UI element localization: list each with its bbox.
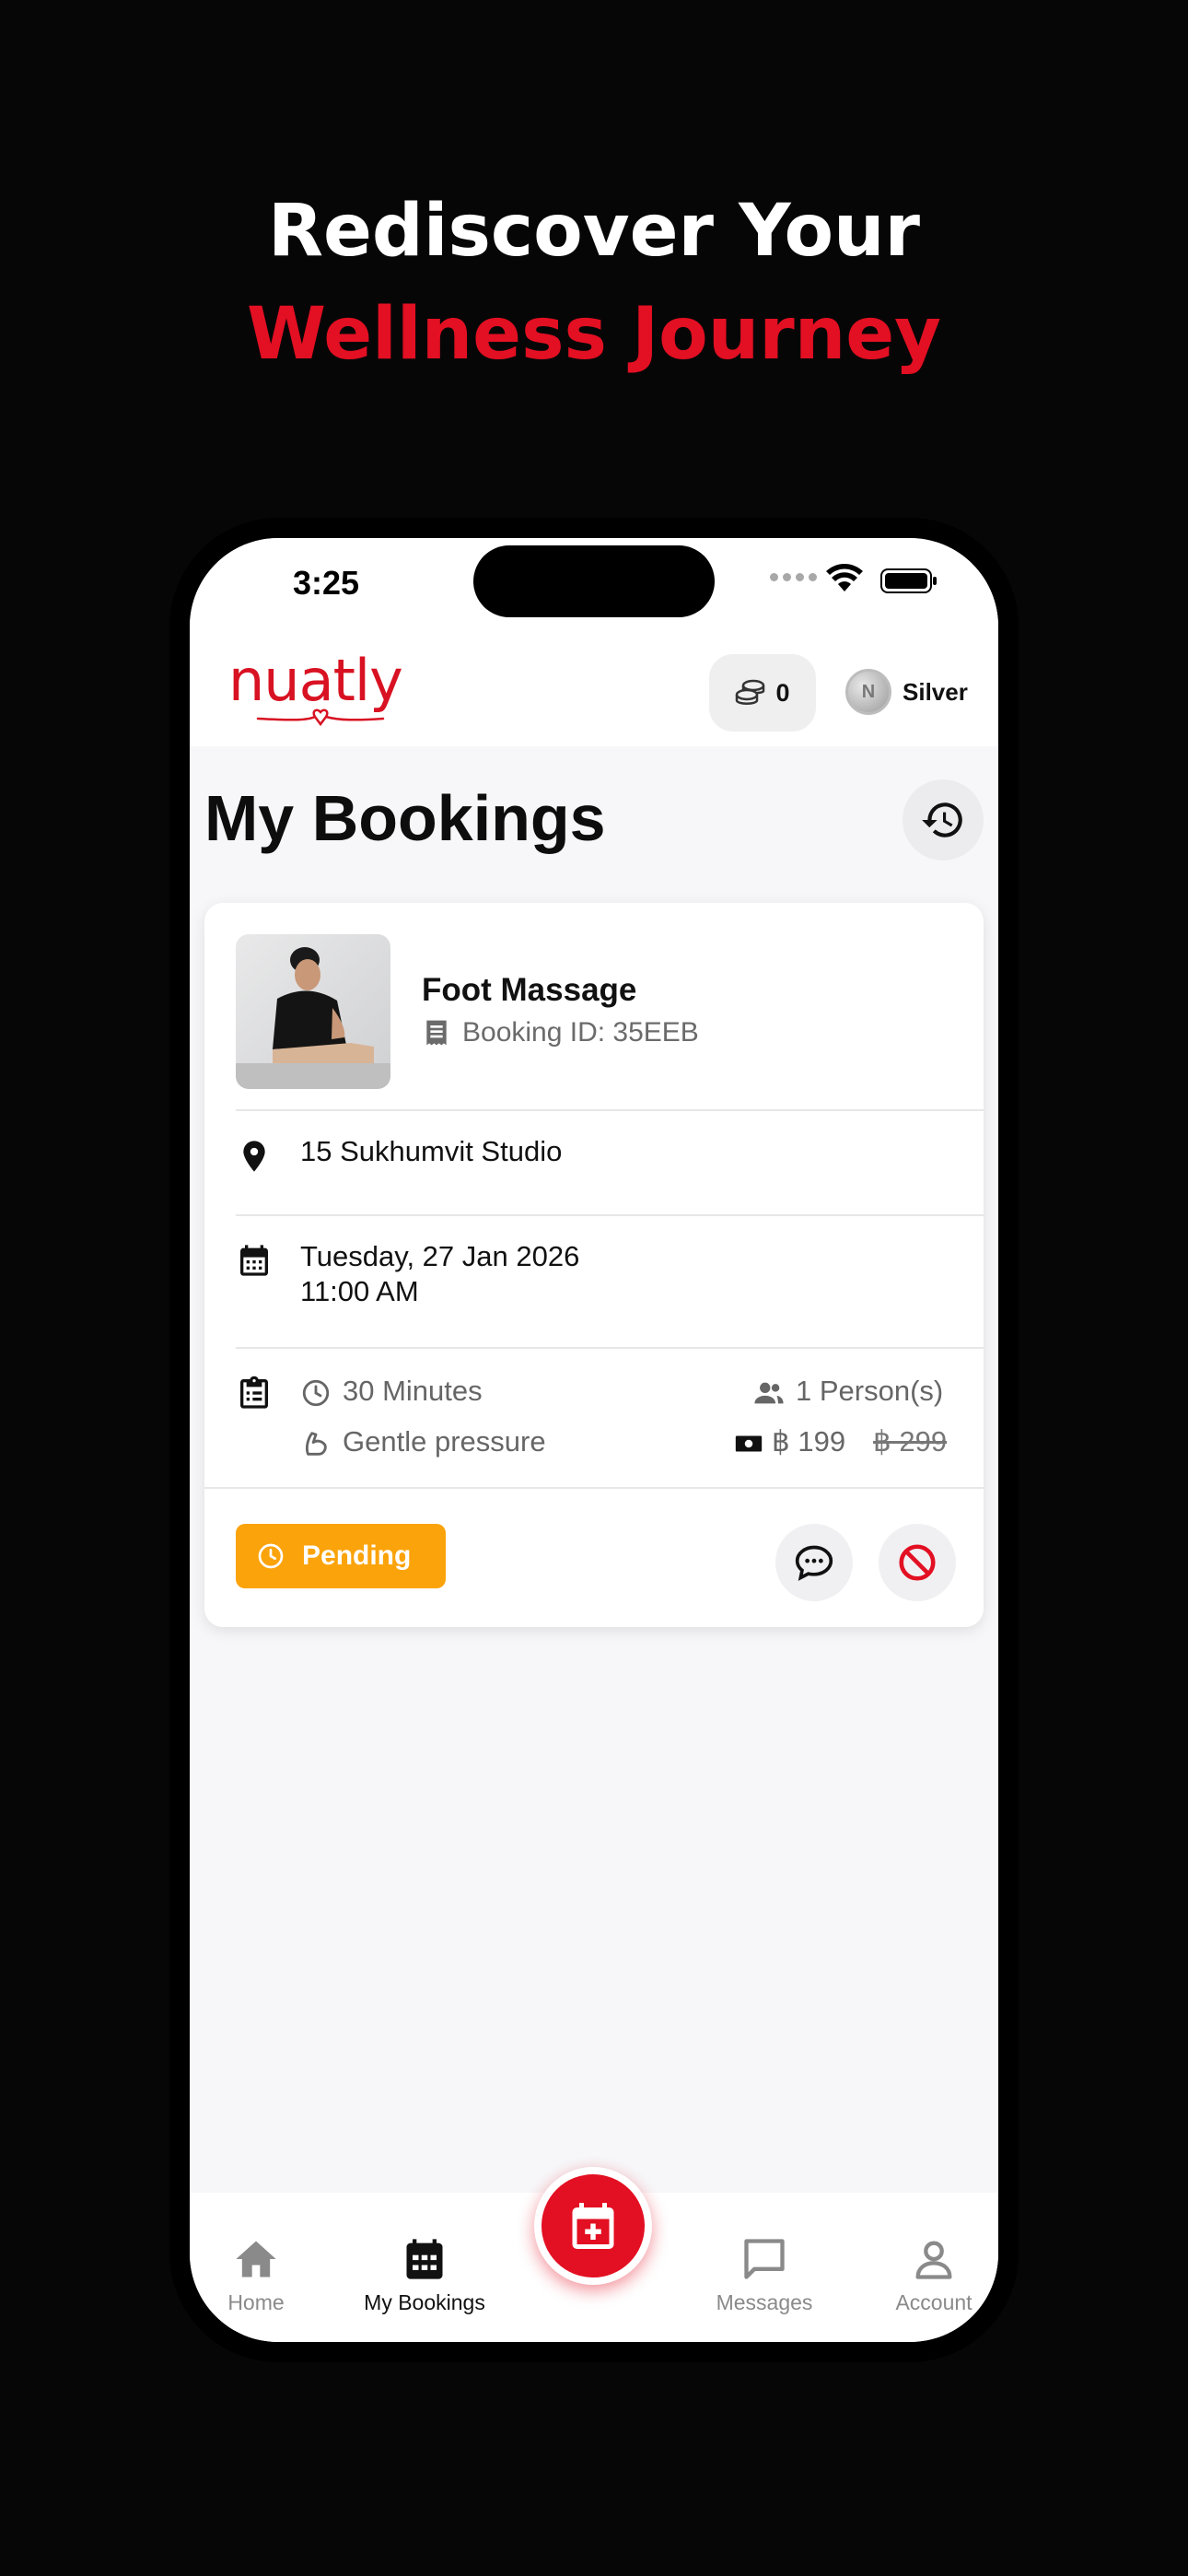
- history-button[interactable]: [903, 779, 984, 861]
- booking-id: Booking ID: 35EEB: [462, 1017, 699, 1048]
- tab-account[interactable]: Account: [856, 2235, 998, 2315]
- divider: [204, 1487, 984, 1489]
- clipboard-icon: [240, 1376, 268, 1409]
- coins-balance[interactable]: 0: [709, 654, 816, 732]
- location-pin-icon: [243, 1141, 265, 1172]
- booking-id-row: Booking ID: 35EEB: [422, 1017, 699, 1048]
- calendar-icon: [406, 2239, 443, 2279]
- tab-my-bookings[interactable]: My Bookings: [346, 2235, 503, 2315]
- page-title: My Bookings: [204, 782, 606, 854]
- battery-icon: [880, 568, 937, 593]
- divider: [236, 1109, 984, 1111]
- phone-screen: 3:25 nuatly 0 N Silver My Bookings Foot …: [190, 538, 998, 2342]
- cancel-booking-button[interactable]: [879, 1524, 956, 1601]
- tier-badge-icon: N: [845, 669, 891, 715]
- tier-label: Silver: [903, 677, 968, 706]
- service-duration: 30 Minutes: [343, 1375, 483, 1407]
- calendar-icon: [240, 1245, 268, 1276]
- studio-location[interactable]: 15 Sukhumvit Studio: [300, 1135, 562, 1168]
- message-icon: [744, 2239, 785, 2279]
- new-booking-button[interactable]: [534, 2167, 652, 2285]
- receipt-icon: [426, 1020, 447, 1046]
- clock-icon: [258, 1543, 284, 1569]
- original-price: ฿ 299: [873, 1425, 948, 1458]
- status-badge: Pending: [236, 1524, 446, 1588]
- tab-label: Account: [895, 2290, 973, 2314]
- booking-price: ฿ 199: [772, 1425, 846, 1458]
- booking-time: 11:00 AM: [300, 1275, 419, 1307]
- tab-label: Home: [227, 2290, 285, 2314]
- booking-card[interactable]: Foot Massage Booking ID: 35EEB 15 Sukhum…: [204, 903, 984, 1627]
- headline-line-1: Rediscover Your: [267, 190, 921, 273]
- booking-date: Tuesday, 27 Jan 2026: [300, 1240, 580, 1272]
- cellular-signal-icon: [770, 573, 817, 581]
- wifi-icon: [826, 564, 863, 591]
- home-icon: [236, 2241, 276, 2277]
- logo-heart-icon: [256, 708, 385, 727]
- history-icon: [922, 802, 962, 837]
- divider: [236, 1214, 984, 1216]
- person-count: 1 Person(s): [796, 1375, 944, 1407]
- tab-label: My Bookings: [364, 2290, 485, 2314]
- app-header: nuatly 0 N Silver: [190, 639, 998, 746]
- bottom-tab-bar: Home My Bookings Messages Account: [190, 2167, 998, 2342]
- chat-bubble-icon: [795, 1545, 833, 1581]
- cancel-icon: [899, 1544, 936, 1581]
- service-thumbnail: [236, 934, 390, 1089]
- service-name: Foot Massage: [422, 972, 637, 1008]
- tab-messages[interactable]: Messages: [686, 2235, 843, 2315]
- tab-home[interactable]: Home: [190, 2235, 334, 2315]
- massage-pressure: Gentle pressure: [343, 1425, 546, 1458]
- cash-icon: [735, 1435, 763, 1452]
- person-icon: [915, 2241, 952, 2279]
- massage-photo-icon: [236, 934, 390, 1089]
- calendar-add-icon: [572, 2203, 614, 2249]
- divider: [236, 1347, 984, 1349]
- pressure-arm-icon: [305, 1432, 327, 1456]
- coins-count: 0: [775, 678, 790, 707]
- dynamic-island: [473, 545, 715, 617]
- membership-tier[interactable]: N Silver: [845, 669, 968, 715]
- chat-button[interactable]: [775, 1524, 853, 1601]
- status-bar: 3:25: [190, 538, 998, 639]
- nuatly-logo[interactable]: nuatly: [228, 647, 422, 730]
- clock-icon: [302, 1379, 330, 1407]
- status-time: 3:25: [293, 564, 360, 602]
- status-label: Pending: [302, 1540, 412, 1571]
- coins-icon: [736, 679, 765, 705]
- people-icon: [754, 1382, 784, 1404]
- tab-label: Messages: [716, 2290, 813, 2314]
- headline-line-2: Wellness Journey: [247, 293, 941, 376]
